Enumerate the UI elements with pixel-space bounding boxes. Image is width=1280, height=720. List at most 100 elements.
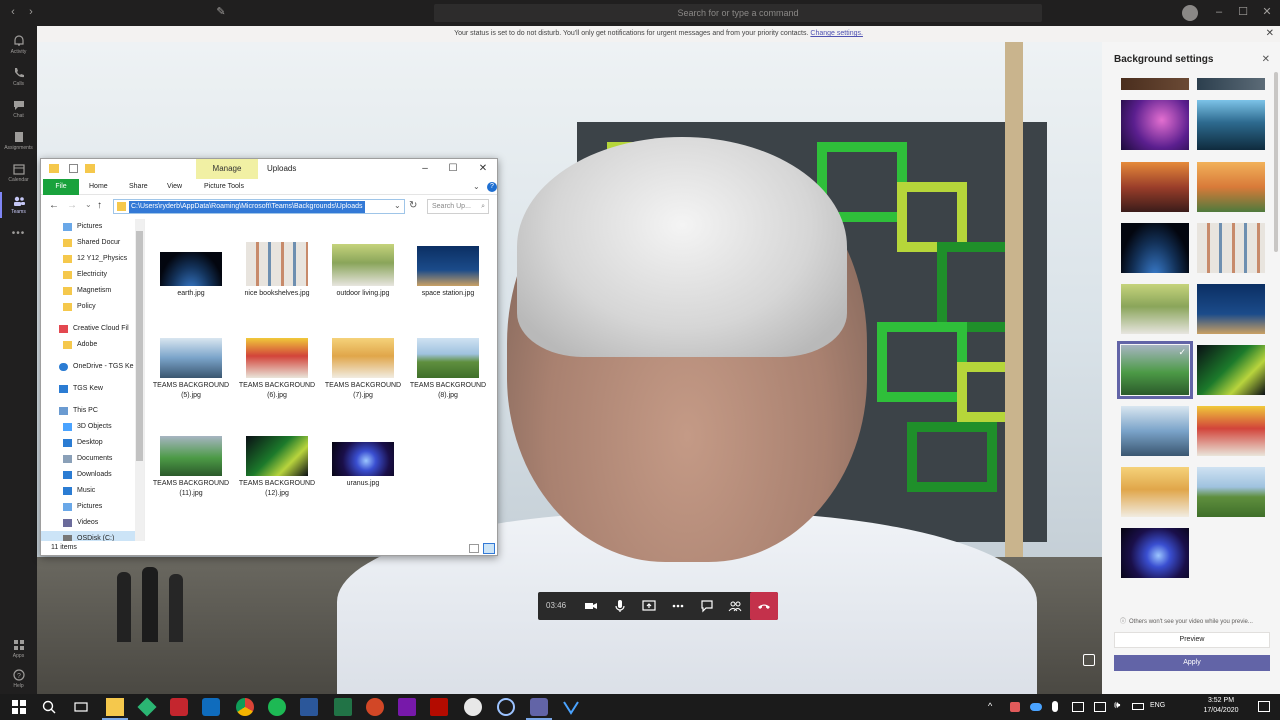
change-settings-link[interactable]: Change settings. — [810, 30, 863, 37]
back-icon[interactable]: ‹ — [6, 5, 20, 19]
rail-help[interactable]: ? Help — [0, 664, 37, 696]
windows-start-icon[interactable] — [10, 698, 28, 716]
rail-apps[interactable]: Apps — [0, 634, 37, 666]
background-thumbnail[interactable] — [1121, 223, 1189, 273]
nav-item[interactable]: Pictures — [41, 219, 141, 235]
nav-item[interactable]: Adobe — [41, 337, 141, 353]
nav-item[interactable]: OSDisk (C:) — [41, 531, 141, 541]
address-dropdown-icon[interactable]: ⌄ — [394, 201, 401, 210]
task-view-icon[interactable] — [72, 698, 90, 716]
new-folder-icon[interactable] — [85, 164, 95, 173]
compose-icon[interactable]: ✎ — [214, 5, 228, 19]
outlook-icon[interactable] — [202, 698, 220, 716]
forward-arrow-icon[interactable]: → — [67, 200, 77, 211]
nav-item[interactable]: OneDrive - TGS Ke — [41, 359, 141, 375]
background-thumbnail[interactable] — [1121, 528, 1189, 578]
show-hidden-icons[interactable]: ^ — [988, 701, 992, 711]
notifications-icon[interactable] — [1258, 701, 1270, 712]
more-actions-icon[interactable] — [671, 599, 685, 613]
word-icon[interactable] — [300, 698, 318, 716]
panel-close-icon[interactable]: ✕ — [1262, 54, 1270, 65]
back-arrow-icon[interactable]: ← — [49, 200, 59, 211]
background-thumbnail[interactable] — [1197, 162, 1265, 212]
manage-tab[interactable]: Manage — [196, 159, 258, 179]
nav-item[interactable]: Downloads — [41, 467, 141, 483]
background-thumbnail-selected[interactable]: ✓ — [1117, 341, 1193, 399]
background-thumbnail[interactable] — [1197, 284, 1265, 334]
photos-icon[interactable] — [464, 698, 482, 716]
file-item[interactable]: TEAMS BACKGROUND (7).jpg — [323, 334, 403, 401]
nav-item[interactable]: Pictures — [41, 499, 141, 515]
powerpoint-icon[interactable] — [366, 698, 384, 716]
file-item[interactable]: nice bookshelves.jpg — [237, 242, 317, 299]
maximize-icon[interactable]: ☐ — [439, 159, 467, 179]
background-thumbnail[interactable] — [1121, 406, 1189, 456]
cortana-icon[interactable] — [497, 698, 515, 716]
address-text[interactable]: C:\Users\ryderb\AppData\Roaming\Microsof… — [129, 201, 365, 213]
background-thumbnail[interactable] — [1121, 100, 1189, 150]
microphone-icon[interactable] — [613, 599, 627, 613]
recent-locations-icon[interactable]: ⌄ — [85, 200, 92, 209]
maximize-icon[interactable]: ☐ — [1236, 5, 1250, 19]
media-app-icon[interactable] — [170, 698, 188, 716]
minimize-icon[interactable]: – — [1212, 5, 1226, 19]
tab-share[interactable]: Share — [127, 179, 150, 195]
rail-calls[interactable]: Calls — [0, 62, 37, 94]
avatar[interactable] — [1182, 5, 1198, 21]
tab-picture-tools[interactable]: Picture Tools — [202, 179, 246, 195]
help-icon[interactable]: ? — [487, 182, 497, 192]
file-item[interactable]: TEAMS BACKGROUND (11).jpg — [151, 432, 231, 499]
details-view-icon[interactable] — [469, 544, 479, 553]
nav-item[interactable]: This PC — [41, 403, 141, 419]
nav-item[interactable]: Videos — [41, 515, 141, 531]
vpn-icon[interactable] — [562, 698, 580, 716]
camera-icon[interactable] — [584, 599, 598, 613]
refresh-icon[interactable]: ↻ — [409, 200, 417, 211]
preview-button[interactable]: Preview — [1114, 632, 1270, 648]
conversation-icon[interactable] — [700, 599, 714, 613]
tab-file[interactable]: File — [43, 179, 79, 195]
nav-item[interactable]: Magnetism — [41, 283, 141, 299]
background-thumbnail[interactable] — [1121, 78, 1189, 90]
rail-more[interactable]: ••• — [0, 222, 37, 254]
banner-close-icon[interactable]: ✕ — [1266, 26, 1274, 42]
nav-item[interactable]: Shared Docur — [41, 235, 141, 251]
rail-assignments[interactable]: Assignments — [0, 126, 37, 158]
background-thumbnail[interactable] — [1121, 162, 1189, 212]
file-item[interactable]: TEAMS BACKGROUND (8).jpg — [408, 334, 488, 401]
background-thumbnail[interactable] — [1197, 345, 1265, 395]
background-thumbnail[interactable] — [1197, 467, 1265, 517]
background-thumbnail[interactable] — [1197, 78, 1265, 90]
taskbar-clock[interactable]: 3:52 PM 17/04/2020 — [1196, 696, 1246, 716]
pop-out-icon[interactable] — [1083, 654, 1095, 666]
spotify-icon[interactable] — [268, 698, 286, 716]
apply-button[interactable]: Apply — [1114, 655, 1270, 671]
file-item[interactable]: space station.jpg — [408, 242, 488, 299]
share-screen-icon[interactable] — [642, 599, 656, 613]
background-thumbnail[interactable] — [1121, 284, 1189, 334]
teams-icon[interactable] — [526, 698, 552, 720]
forward-icon[interactable]: › — [24, 5, 38, 19]
tab-home[interactable]: Home — [87, 179, 110, 195]
rail-calendar[interactable]: Calendar — [0, 158, 37, 190]
large-icons-view-icon[interactable] — [483, 543, 495, 554]
file-item[interactable]: uranus.jpg — [323, 432, 403, 489]
file-item[interactable]: TEAMS BACKGROUND (12).jpg — [237, 432, 317, 499]
participants-icon[interactable] — [728, 599, 742, 613]
command-search-input[interactable]: Search for or type a command — [434, 4, 1042, 22]
nav-item[interactable]: TGS Kew — [41, 381, 141, 397]
nav-item[interactable]: Documents — [41, 451, 141, 467]
background-thumbnail[interactable] — [1197, 223, 1265, 273]
nav-item[interactable]: Policy — [41, 299, 141, 315]
search-icon[interactable] — [40, 698, 58, 716]
close-icon[interactable]: ✕ — [1260, 5, 1274, 19]
nav-item[interactable]: 12 Y12_Physics — [41, 251, 141, 267]
app-icon[interactable] — [137, 697, 157, 717]
hang-up-button[interactable] — [750, 592, 778, 620]
volume-icon[interactable]: 🕪 — [1114, 700, 1120, 711]
network-icon[interactable] — [1094, 702, 1106, 712]
nav-scrollbar[interactable] — [135, 219, 144, 541]
expand-ribbon-icon[interactable]: ⌄ — [473, 182, 480, 191]
background-thumbnail[interactable] — [1121, 467, 1189, 517]
nav-item[interactable]: Creative Cloud Fil — [41, 321, 141, 337]
